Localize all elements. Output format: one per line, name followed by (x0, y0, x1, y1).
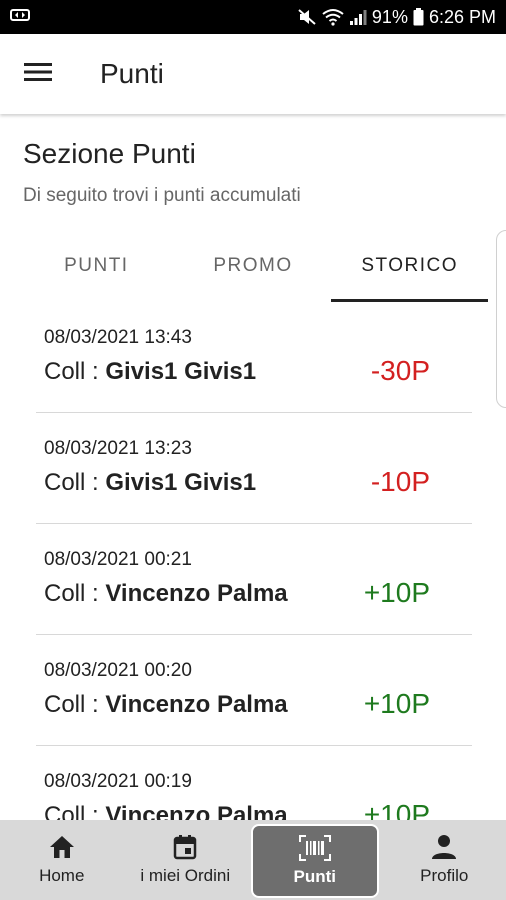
item-collaborator: Coll : Givis1 Givis1 (44, 358, 256, 386)
tab-bar: PUNTI PROMO STORICO (18, 230, 488, 302)
list-item[interactable]: 08/03/2021 13:23 Coll : Givis1 Givis1 -1… (36, 413, 472, 524)
nav-home-label: Home (39, 866, 85, 885)
nav-punti[interactable]: Punti (251, 824, 379, 898)
item-date: 08/03/2021 00:19 (44, 771, 192, 792)
app-bar: Punti (0, 34, 506, 114)
item-collaborator: Coll : Givis1 Givis1 (44, 469, 256, 497)
wallet-icon (10, 7, 30, 28)
item-collaborator: Coll : Vincenzo Palma (44, 802, 288, 820)
item-collaborator: Coll : Vincenzo Palma (44, 691, 288, 719)
item-date: 08/03/2021 00:20 (44, 660, 192, 681)
nav-home[interactable]: Home (0, 820, 124, 900)
item-name: Vincenzo Palma (105, 580, 288, 607)
status-time: 6:26 PM (428, 6, 496, 27)
hamburger-menu-icon (24, 62, 52, 87)
item-name: Vincenzo Palma (105, 802, 288, 820)
nav-profile-label: Profilo (420, 866, 469, 885)
item-prefix: Coll : (44, 469, 106, 496)
nav-orders[interactable]: i miei Ordini (124, 820, 248, 900)
item-points: +10P (363, 688, 430, 719)
item-prefix: Coll : (44, 580, 106, 607)
tab-storico[interactable]: STORICO (331, 230, 488, 302)
bottom-navigation: Home i miei Ordini Punti Profilo (0, 820, 506, 900)
nav-profile[interactable]: Profilo (383, 820, 506, 900)
app-title: Punti (100, 58, 164, 89)
item-name: Givis1 Givis1 (105, 358, 257, 385)
signal-icon (349, 8, 367, 26)
nav-punti-label: Punti (293, 867, 337, 886)
section-subtitle: Di seguito trovi i punti accumulati (23, 185, 301, 206)
status-bar: 91% 6:26 PM (0, 0, 506, 34)
item-prefix: Coll : (44, 802, 106, 820)
nav-orders-label: i miei Ordini (140, 866, 231, 885)
list-item[interactable]: 08/03/2021 00:19 Coll : Vincenzo Palma +… (36, 746, 472, 820)
item-prefix: Coll : (44, 691, 106, 718)
item-prefix: Coll : (44, 358, 106, 385)
battery-percent: 91% (371, 6, 408, 27)
item-points: -30P (370, 355, 430, 386)
battery-icon (413, 8, 424, 26)
item-date: 08/03/2021 00:21 (44, 549, 192, 570)
item-date: 08/03/2021 13:23 (44, 438, 192, 459)
item-name: Givis1 Givis1 (105, 469, 257, 496)
edge-panel-handle[interactable] (496, 230, 506, 408)
tab-punti[interactable]: PUNTI (18, 230, 175, 302)
list-item[interactable]: 08/03/2021 00:20 Coll : Vincenzo Palma +… (36, 635, 472, 746)
calendar-icon (173, 834, 197, 860)
person-icon (431, 834, 457, 860)
wifi-icon (322, 8, 344, 26)
barcode-icon (298, 835, 331, 861)
item-points: +10P (363, 799, 430, 820)
tab-promo[interactable]: PROMO (175, 230, 332, 302)
list-item[interactable]: 08/03/2021 13:43 Coll : Givis1 Givis1 -3… (36, 302, 472, 413)
item-name: Vincenzo Palma (105, 691, 288, 718)
list-item[interactable]: 08/03/2021 00:21 Coll : Vincenzo Palma +… (36, 524, 472, 635)
section-title: Sezione Punti (23, 138, 196, 169)
home-icon (49, 834, 75, 860)
mute-icon (297, 8, 317, 26)
item-collaborator: Coll : Vincenzo Palma (44, 580, 288, 608)
item-date: 08/03/2021 13:43 (44, 327, 192, 348)
menu-button[interactable] (0, 34, 78, 114)
history-list[interactable]: 08/03/2021 13:43 Coll : Givis1 Givis1 -3… (36, 302, 472, 820)
item-points: -10P (370, 466, 430, 497)
item-points: +10P (363, 577, 430, 608)
